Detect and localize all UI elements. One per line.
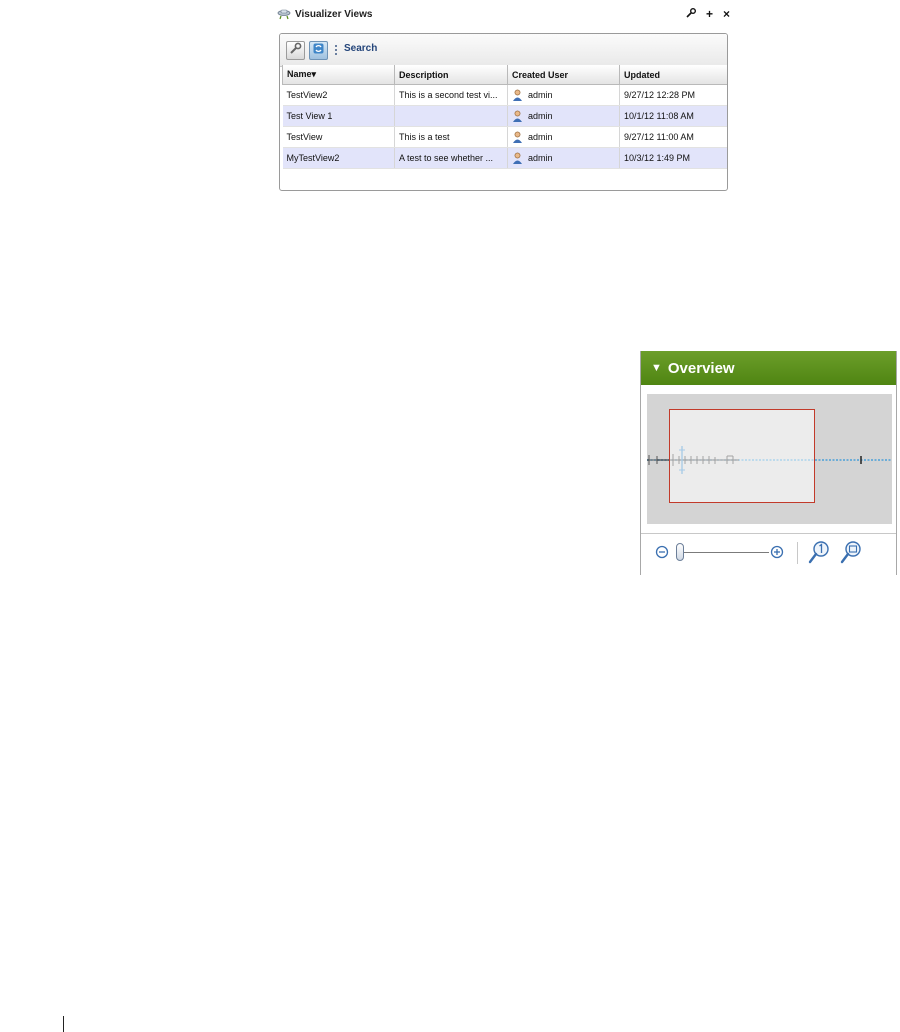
actual-size-icon[interactable] bbox=[807, 540, 831, 571]
cell-name: Test View 1 bbox=[282, 105, 395, 127]
user-icon bbox=[512, 110, 523, 122]
zoom-slider-thumb[interactable] bbox=[676, 543, 684, 561]
refresh-icon bbox=[312, 42, 325, 60]
controls-separator bbox=[797, 542, 798, 564]
search-link[interactable]: Search bbox=[344, 43, 377, 54]
table-row[interactable]: TestView This is a test admin 9/27/12 11… bbox=[282, 126, 727, 148]
zoom-slider-track[interactable] bbox=[681, 552, 769, 553]
user-name: admin bbox=[528, 132, 553, 142]
user-name: admin bbox=[528, 153, 553, 163]
column-header-created-user[interactable]: Created User bbox=[507, 65, 620, 85]
column-header-description[interactable]: Description bbox=[394, 65, 508, 85]
portlet-controls: + × bbox=[686, 7, 730, 21]
views-panel: Search Name▾ Description Created User Up… bbox=[279, 33, 728, 191]
toolbar-separator bbox=[335, 45, 337, 55]
collapse-triangle-icon: ▼ bbox=[651, 362, 662, 374]
overview-canvas[interactable] bbox=[647, 394, 892, 524]
user-name: admin bbox=[528, 90, 553, 100]
table-header-row: Name▾ Description Created User Updated bbox=[282, 65, 727, 85]
cell-user: admin bbox=[507, 147, 620, 169]
cell-user: admin bbox=[507, 105, 620, 127]
page-margin-rule bbox=[63, 1016, 64, 1032]
overview-panel: ▼ Overview bbox=[640, 351, 897, 575]
cell-name: TestView2 bbox=[282, 84, 395, 106]
table-row[interactable]: Test View 1 admin 10/1/12 11:08 AM bbox=[282, 105, 727, 127]
overview-title: Overview bbox=[667, 359, 735, 377]
cell-description: This is a second test vi... bbox=[394, 84, 508, 106]
configure-button[interactable] bbox=[286, 41, 305, 60]
zoom-in-icon[interactable] bbox=[770, 545, 784, 564]
overview-controls bbox=[641, 533, 896, 575]
column-header-updated[interactable]: Updated bbox=[619, 65, 727, 85]
portlet-settings-icon[interactable] bbox=[686, 7, 696, 21]
cell-user: admin bbox=[507, 84, 620, 106]
cell-description bbox=[394, 105, 508, 127]
table-row[interactable]: MyTestView2 A test to see whether ... ad… bbox=[282, 147, 727, 169]
portlet-close-button[interactable]: × bbox=[723, 7, 730, 21]
wrench-icon bbox=[289, 42, 302, 60]
cell-updated: 9/27/12 11:00 AM bbox=[619, 126, 727, 148]
user-icon bbox=[512, 131, 523, 143]
viewport-frame[interactable] bbox=[669, 409, 815, 503]
cell-updated: 10/3/12 1:49 PM bbox=[619, 147, 727, 169]
portlet-title-text: Visualizer Views bbox=[295, 8, 373, 20]
table-row[interactable]: TestView2 This is a second test vi... ad… bbox=[282, 84, 727, 106]
cell-updated: 9/27/12 12:28 PM bbox=[619, 84, 727, 106]
user-icon bbox=[512, 89, 523, 101]
cell-name: TestView bbox=[282, 126, 395, 148]
cell-description: This is a test bbox=[394, 126, 508, 148]
visualizer-icon bbox=[277, 8, 291, 20]
cell-name: MyTestView2 bbox=[282, 147, 395, 169]
cell-user: admin bbox=[507, 126, 620, 148]
column-header-name[interactable]: Name▾ bbox=[282, 65, 395, 85]
overview-header[interactable]: ▼ Overview bbox=[641, 351, 896, 385]
user-name: admin bbox=[528, 111, 553, 121]
cell-updated: 10/1/12 11:08 AM bbox=[619, 105, 727, 127]
portlet-add-button[interactable]: + bbox=[706, 7, 713, 21]
fit-to-screen-icon[interactable] bbox=[839, 540, 863, 571]
views-table: Name▾ Description Created User Updated T… bbox=[282, 65, 727, 169]
toolbar: Search bbox=[280, 34, 727, 67]
cell-description: A test to see whether ... bbox=[394, 147, 508, 169]
zoom-out-icon[interactable] bbox=[655, 545, 669, 564]
refresh-button[interactable] bbox=[309, 41, 328, 60]
user-icon bbox=[512, 152, 523, 164]
portlet-title: Visualizer Views bbox=[277, 6, 372, 22]
